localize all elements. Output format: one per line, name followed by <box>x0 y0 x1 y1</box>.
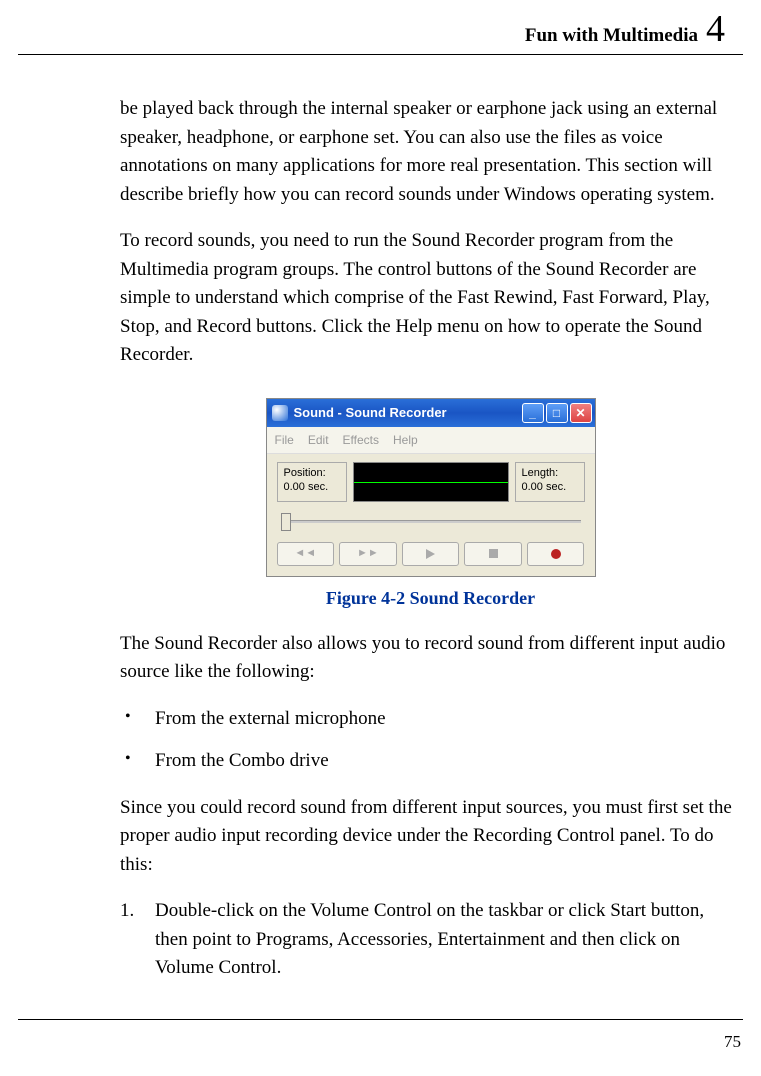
step-text: Double-click on the Volume Control on th… <box>155 897 741 983</box>
length-value: 0.00 sec. <box>522 480 578 494</box>
length-readout: Length: 0.00 sec. <box>515 462 585 502</box>
bullet-list: • From the external microphone • From th… <box>120 705 741 776</box>
stop-icon <box>489 549 498 558</box>
paragraph: Since you could record sound from differ… <box>120 794 741 880</box>
position-label: Position: <box>284 466 340 480</box>
record-icon <box>551 549 561 559</box>
play-icon <box>426 549 435 559</box>
maximize-button[interactable]: □ <box>546 403 568 423</box>
bullet-text: From the external microphone <box>155 705 386 734</box>
app-icon <box>272 405 288 421</box>
numbered-list: 1. Double-click on the Volume Control on… <box>120 897 741 983</box>
bullet-icon: • <box>125 747 155 776</box>
position-readout: Position: 0.00 sec. <box>277 462 347 502</box>
page-number: 75 <box>724 1032 741 1052</box>
figure-sound-recorder: Sound - Sound Recorder _ □ ✕ File Edit E… <box>120 398 741 577</box>
header-title: Fun with Multimedia <box>525 25 698 47</box>
record-button[interactable] <box>527 542 585 566</box>
slider-rail <box>281 520 581 523</box>
menu-help[interactable]: Help <box>393 431 418 449</box>
minimize-button[interactable]: _ <box>522 403 544 423</box>
waveform-display <box>353 462 509 502</box>
paragraph: be played back through the internal spea… <box>120 95 741 209</box>
list-item: 1. Double-click on the Volume Control on… <box>120 897 741 983</box>
play-button[interactable] <box>402 542 460 566</box>
paragraph: The Sound Recorder also allows you to re… <box>120 630 741 687</box>
step-number: 1. <box>120 897 155 983</box>
length-label: Length: <box>522 466 578 480</box>
slider-thumb[interactable] <box>281 513 291 531</box>
menu-effects[interactable]: Effects <box>343 431 379 449</box>
waveform-line <box>354 482 508 483</box>
menubar: File Edit Effects Help <box>267 427 595 454</box>
list-item: • From the Combo drive <box>125 747 741 776</box>
figure-caption: Figure 4-2 Sound Recorder <box>120 585 741 612</box>
app-body: Position: 0.00 sec. Length: 0.00 sec. <box>267 454 595 576</box>
readouts-row: Position: 0.00 sec. Length: 0.00 sec. <box>277 462 585 502</box>
close-button[interactable]: ✕ <box>570 403 592 423</box>
page-header: Fun with Multimedia 4 <box>18 0 743 55</box>
rewind-button[interactable]: ◄◄ <box>277 542 335 566</box>
list-item: • From the external microphone <box>125 705 741 734</box>
menu-file[interactable]: File <box>275 431 294 449</box>
page-content: be played back through the internal spea… <box>0 55 761 983</box>
seek-slider[interactable] <box>277 510 585 534</box>
position-value: 0.00 sec. <box>284 480 340 494</box>
window-title: Sound - Sound Recorder <box>294 403 520 423</box>
forward-button[interactable]: ►► <box>339 542 397 566</box>
titlebar[interactable]: Sound - Sound Recorder _ □ ✕ <box>267 399 595 427</box>
stop-button[interactable] <box>464 542 522 566</box>
footer-rule <box>18 1019 743 1020</box>
chapter-number: 4 <box>706 10 725 48</box>
menu-edit[interactable]: Edit <box>308 431 329 449</box>
sound-recorder-window: Sound - Sound Recorder _ □ ✕ File Edit E… <box>266 398 596 577</box>
paragraph: To record sounds, you need to run the So… <box>120 227 741 370</box>
bullet-icon: • <box>125 705 155 734</box>
bullet-text: From the Combo drive <box>155 747 329 776</box>
transport-controls: ◄◄ ►► <box>277 542 585 566</box>
